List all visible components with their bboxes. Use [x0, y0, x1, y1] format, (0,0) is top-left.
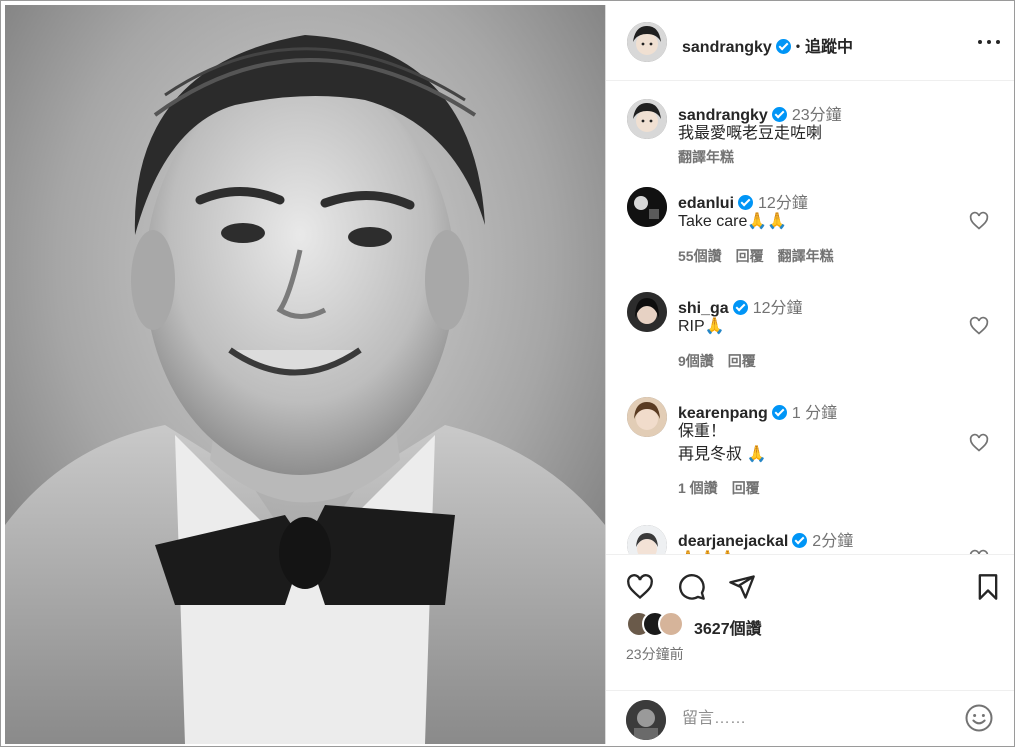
post-sidebar: sandrangky • 追蹤中 sandrangky 23分鐘 我最愛嘅老豆走…: [605, 5, 1014, 744]
verified-badge-icon: [775, 39, 791, 54]
post-photo[interactable]: [5, 5, 605, 744]
comment-text: 保重！: [678, 423, 727, 440]
like-heart-icon[interactable]: [626, 573, 654, 601]
share-send-icon[interactable]: [728, 573, 756, 601]
comment-meta: 55個讚 回覆 翻譯年糕: [678, 246, 848, 266]
comment-like-heart-icon[interactable]: [969, 211, 989, 231]
author-username[interactable]: sandrangky: [682, 39, 772, 56]
comment-avatar[interactable]: [627, 187, 667, 227]
post-timestamp[interactable]: 23分鐘前: [626, 644, 684, 664]
verified-badge-icon: [771, 107, 787, 122]
author-line: sandrangky • 追蹤中: [682, 33, 853, 57]
verified-badge-icon: [771, 405, 787, 420]
comment-likes[interactable]: 9個讚: [678, 353, 714, 369]
author-avatar[interactable]: [627, 22, 667, 62]
verified-badge-icon: [738, 195, 754, 210]
comment-avatar[interactable]: [627, 525, 667, 554]
portrait-image: [5, 5, 605, 744]
translate-link[interactable]: 翻譯年糕: [678, 149, 734, 165]
comment-text: RIP🙏: [678, 318, 725, 335]
emoji-smile-icon[interactable]: [964, 703, 994, 733]
comment-meta: 9個讚 回覆: [678, 351, 770, 371]
reply-button[interactable]: 回覆: [732, 480, 760, 496]
comment-likes[interactable]: 1 個讚: [678, 480, 718, 496]
translate-link[interactable]: 翻譯年糕: [778, 248, 834, 264]
comment-like-heart-icon[interactable]: [969, 433, 989, 453]
following-button[interactable]: 追蹤中: [805, 39, 853, 56]
verified-badge-icon: [732, 300, 748, 315]
post-modal: sandrangky • 追蹤中 sandrangky 23分鐘 我最愛嘅老豆走…: [0, 0, 1015, 747]
comment-list[interactable]: sandrangky 23分鐘 我最愛嘅老豆走咗喇 翻譯年糕 edanlui 1…: [606, 82, 1014, 554]
comment-avatar[interactable]: [627, 397, 667, 437]
comment-avatar[interactable]: [627, 99, 667, 139]
reply-button[interactable]: 回覆: [728, 353, 756, 369]
comment-item: kearenpang 1 分鐘 保重！ 再見冬叔 🙏 1 個讚 回覆: [606, 394, 1014, 504]
comment-text: Take care🙏🙏: [678, 213, 788, 230]
comment-like-heart-icon[interactable]: [969, 316, 989, 336]
comment-bubble-icon[interactable]: [678, 573, 706, 601]
likes-count[interactable]: 3627個讚: [694, 615, 762, 639]
comment-likes[interactable]: 55個讚: [678, 248, 722, 264]
current-user-avatar: [626, 700, 666, 740]
separator-dot: •: [795, 39, 801, 53]
reply-button[interactable]: 回覆: [736, 248, 764, 264]
comment-time[interactable]: 1 分鐘: [792, 405, 837, 422]
comment-avatar[interactable]: [627, 292, 667, 332]
comment-item: edanlui 12分鐘 Take care🙏🙏 55個讚 回覆 翻譯年糕: [606, 184, 1014, 274]
post-header: sandrangky • 追蹤中: [606, 5, 1014, 81]
liker-avatar[interactable]: [658, 611, 684, 637]
comment-input[interactable]: [682, 705, 952, 733]
more-options-icon[interactable]: [978, 31, 1000, 53]
comment-time[interactable]: 12分鐘: [753, 300, 803, 317]
comment-text-line2: 再見冬叔 🙏: [678, 446, 767, 463]
post-actions: 3627個讚 23分鐘前: [606, 554, 1014, 744]
comment-time[interactable]: 2分鐘: [812, 533, 853, 550]
comment-item: shi_ga 12分鐘 RIP🙏 9個讚 回覆: [606, 289, 1014, 379]
verified-badge-icon: [792, 533, 808, 548]
comment-meta: 翻譯年糕: [678, 147, 748, 167]
comment-item: dearjanejackal2分鐘 🙏🙏🙏: [606, 522, 1014, 554]
caption-item: sandrangky 23分鐘 我最愛嘅老豆走咗喇 翻譯年糕: [606, 96, 1014, 166]
comment-meta: 1 個讚 回覆: [678, 478, 774, 498]
comment-text: 我最愛嘅老豆走咗喇: [678, 125, 823, 142]
add-comment-bar: [606, 690, 1014, 744]
save-bookmark-icon[interactable]: [974, 573, 1002, 601]
